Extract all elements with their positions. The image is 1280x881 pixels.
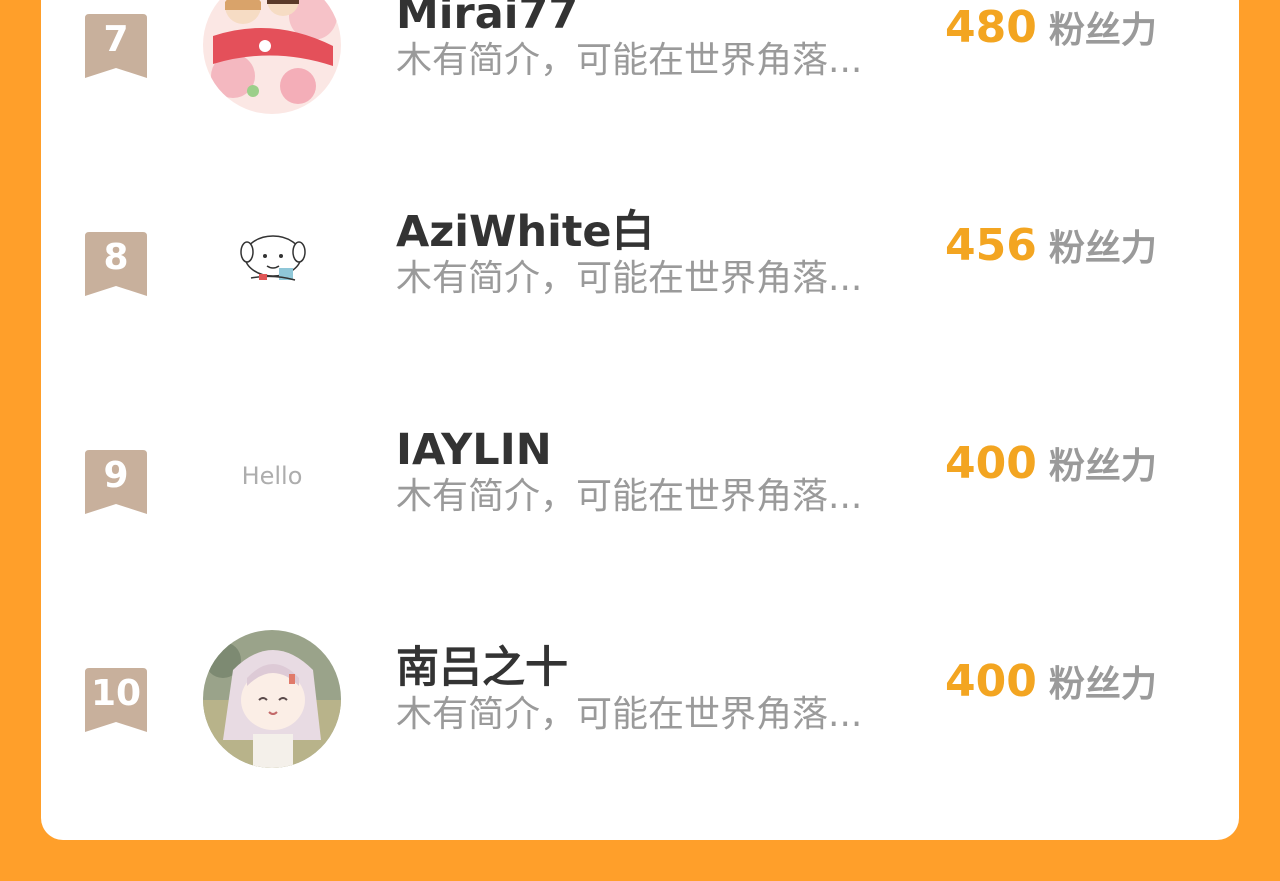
rank-number: 7 — [103, 19, 129, 60]
rank-badge: 8 — [85, 232, 147, 296]
list-item[interactable]: 8 AziWhite白 木有简介，可能在世界角落... 456 粉丝力 — [41, 194, 1239, 356]
list-item[interactable]: 7 Mirai77 木有简介，可能在世界角落... 480 粉丝力 — [41, 0, 1239, 138]
avatar-text: Hello — [242, 462, 303, 490]
user-bio: 木有简介，可能在世界角落... — [396, 476, 863, 517]
fans-number: 400 — [945, 656, 1037, 707]
user-name[interactable]: AziWhite白 — [396, 206, 655, 258]
anime-girl-avatar[interactable] — [203, 630, 341, 768]
rank-badge: 9 — [85, 450, 147, 514]
fans-label: 粉丝力 — [1048, 446, 1157, 487]
user-name[interactable]: Mirai77 — [396, 0, 578, 40]
ranking-card: 7 Mirai77 木有简介，可能在世界角落... 480 粉丝力 8 AziW… — [41, 0, 1239, 840]
fans-label: 粉丝力 — [1048, 228, 1157, 269]
fans-number: 400 — [945, 438, 1037, 489]
user-name[interactable]: 南吕之十 — [396, 642, 568, 694]
list-item[interactable]: 10 南吕之十 木有简介，可能在世界角落... 400 粉丝力 — [41, 630, 1239, 792]
fans-count: 480 粉丝力 — [945, 2, 1157, 57]
user-name[interactable]: IAYLIN — [396, 424, 552, 476]
rank-number: 10 — [90, 673, 142, 714]
user-bio: 木有简介，可能在世界角落... — [396, 258, 863, 299]
fans-number: 480 — [945, 2, 1037, 53]
fans-count: 400 粉丝力 — [945, 438, 1157, 493]
fans-count: 456 粉丝力 — [945, 220, 1157, 275]
rank-number: 9 — [103, 455, 129, 496]
sheep-doodle-avatar[interactable] — [203, 194, 341, 332]
hello-text-avatar[interactable]: Hello — [203, 412, 341, 550]
fans-count: 400 粉丝力 — [945, 656, 1157, 711]
user-bio: 木有简介，可能在世界角落... — [396, 694, 863, 735]
list-item[interactable]: 9 Hello IAYLIN 木有简介，可能在世界角落... 400 粉丝力 — [41, 412, 1239, 574]
rank-badge: 10 — [85, 668, 147, 732]
rank-number: 8 — [103, 237, 129, 278]
fans-number: 456 — [945, 220, 1037, 271]
anime-group-avatar[interactable] — [203, 0, 341, 114]
user-bio: 木有简介，可能在世界角落... — [396, 40, 863, 81]
rank-badge: 7 — [85, 14, 147, 78]
fans-label: 粉丝力 — [1048, 664, 1157, 705]
fans-label: 粉丝力 — [1048, 10, 1157, 51]
